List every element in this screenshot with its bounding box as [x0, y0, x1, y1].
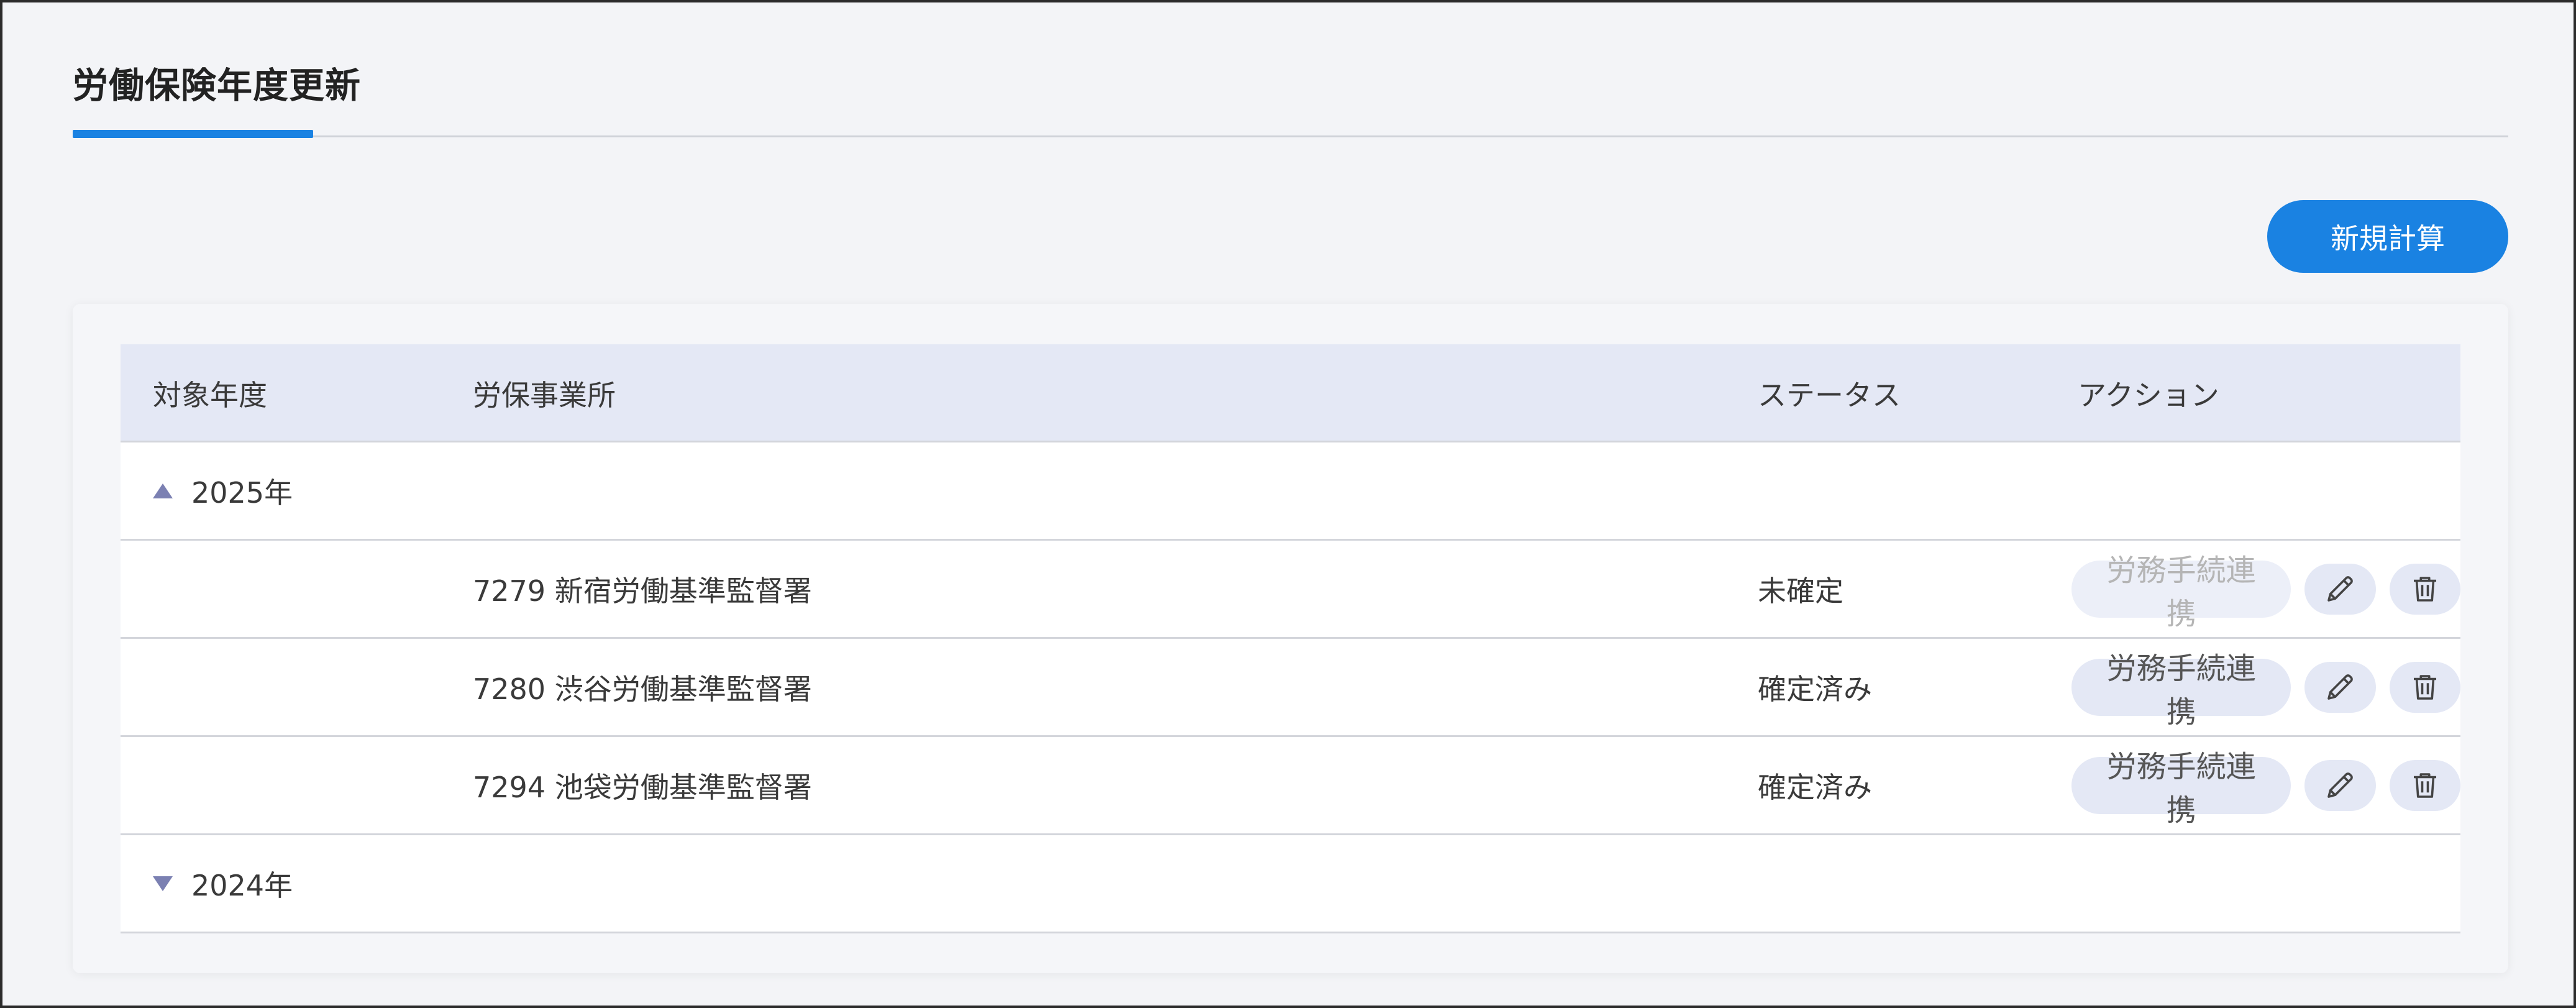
pencil-icon — [2327, 772, 2354, 798]
delete-button[interactable] — [2389, 661, 2460, 713]
header-office: 労保事業所 — [473, 378, 616, 412]
active-tab-indicator — [73, 130, 313, 138]
row-actions: 労務手続連携 — [2071, 639, 2460, 735]
edit-button[interactable] — [2304, 759, 2376, 811]
status-text: 確定済み — [1758, 770, 1872, 804]
group-toggle-2025[interactable]: 2025年 — [153, 442, 293, 539]
header-status: ステータス — [1758, 378, 1901, 412]
header-target-year: 対象年度 — [153, 378, 267, 412]
edit-button[interactable] — [2304, 563, 2376, 615]
delete-button[interactable] — [2389, 759, 2460, 811]
trash-icon — [2413, 772, 2436, 798]
office-name: 7279 新宿労働基準監督署 — [473, 574, 812, 608]
table-row: 7280 渋谷労働基準監督署 確定済み 労務手続連携 — [121, 639, 2460, 737]
status-text: 未確定 — [1758, 574, 1843, 608]
labor-procedure-link-button: 労務手続連携 — [2071, 553, 2291, 631]
app-frame: 労働保険年度更新 新規計算 対象年度 労保事業所 ステータス アクション 202… — [0, 0, 2576, 1008]
group-year-label: 2024年 — [191, 868, 293, 902]
table-header: 対象年度 労保事業所 ステータス アクション — [121, 344, 2460, 442]
trash-icon — [2413, 576, 2436, 602]
pencil-icon — [2327, 674, 2354, 700]
office-name: 7280 渋谷労働基準監督署 — [473, 672, 812, 706]
row-actions: 労務手続連携 — [2071, 737, 2460, 833]
group-toggle-2024[interactable]: 2024年 — [153, 835, 293, 932]
edit-button[interactable] — [2304, 661, 2376, 713]
delete-button[interactable] — [2389, 563, 2460, 615]
new-calculation-button[interactable]: 新規計算 — [2267, 200, 2508, 273]
group-row-2025[interactable]: 2025年 — [121, 442, 2460, 541]
row-actions: 労務手続連携 — [2071, 541, 2460, 637]
page-title: 労働保険年度更新 — [73, 65, 361, 106]
table-card: 対象年度 労保事業所 ステータス アクション 2025年 7279 新宿労働基準… — [73, 304, 2508, 973]
office-name: 7294 池袋労働基準監督署 — [473, 770, 812, 804]
triangle-up-icon[interactable] — [153, 483, 173, 498]
labor-procedure-link-button[interactable]: 労務手続連携 — [2071, 749, 2291, 828]
labor-procedure-link-button[interactable]: 労務手続連携 — [2071, 651, 2291, 730]
table-row: 7294 池袋労働基準監督署 確定済み 労務手続連携 — [121, 737, 2460, 835]
pencil-icon — [2327, 575, 2354, 602]
triangle-down-icon[interactable] — [153, 876, 173, 891]
insurance-table: 対象年度 労保事業所 ステータス アクション 2025年 7279 新宿労働基準… — [121, 344, 2460, 933]
title-divider — [73, 135, 2508, 137]
table-row: 7279 新宿労働基準監督署 未確定 労務手続連携 — [121, 541, 2460, 639]
status-text: 確定済み — [1758, 672, 1872, 706]
group-row-2024[interactable]: 2024年 — [121, 835, 2460, 933]
header-action: アクション — [2078, 378, 2219, 412]
trash-icon — [2413, 674, 2436, 700]
group-year-label: 2025年 — [191, 475, 293, 510]
